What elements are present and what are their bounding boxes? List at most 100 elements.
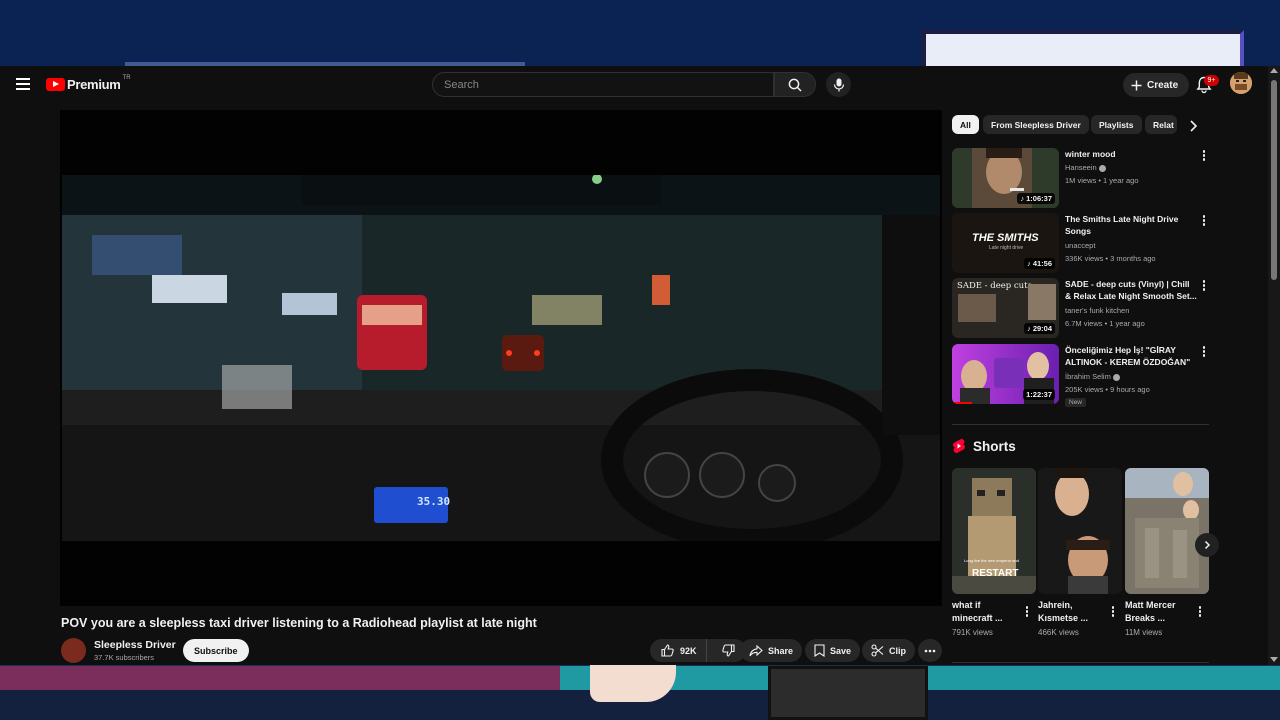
chevron-right-icon (1204, 540, 1211, 550)
short-title: Jahrein, Kısmetse ... (1038, 600, 1089, 623)
more-vertical-icon[interactable] (1201, 346, 1207, 360)
related-video-item[interactable]: THE SMITHS Late night drive ♪ 41:56 The S… (952, 213, 1214, 275)
thumbnail-title-text: SADE - deep cuts (957, 281, 1032, 291)
music-note-icon: ♪ (1027, 324, 1031, 333)
scrollbar-thumb[interactable] (1271, 80, 1277, 280)
chip-related[interactable]: Relat (1145, 115, 1177, 134)
like-dislike-group: 92K (650, 639, 746, 662)
short-views: 791K views (952, 628, 993, 637)
video-player[interactable]: 35.30 (60, 110, 942, 606)
short-item[interactable]: Matt Mercer Breaks ... 11M views (1125, 468, 1209, 637)
chip-playlists[interactable]: Playlists (1091, 115, 1142, 134)
more-actions-button[interactable] (918, 639, 942, 662)
related-video-channel: unaccept (1065, 241, 1096, 250)
new-badge: New (1065, 398, 1087, 407)
chip-from-channel[interactable]: From Sleepless Driver (983, 115, 1089, 134)
bookmark-icon (814, 644, 825, 657)
share-button[interactable]: Share (740, 639, 803, 662)
thumbs-down-icon (721, 644, 735, 657)
related-video-item[interactable]: ♪ 1:06:37 winter mood Hanseein 1M views •… (952, 148, 1214, 210)
plus-icon (1131, 80, 1142, 90)
like-count: 92K (680, 645, 697, 656)
chevron-right-icon[interactable] (1186, 119, 1200, 133)
short-item[interactable]: Long live the new emperor and RESTART wh… (952, 468, 1036, 637)
chip-all[interactable]: All (952, 115, 979, 134)
thumbnail-subtitle-text: Late night drive (989, 245, 1024, 251)
video-thumbnail: ♪ 1:06:37 (952, 148, 1059, 208)
share-label: Share (768, 645, 794, 656)
music-note-icon: ♪ (1027, 259, 1031, 268)
youtube-play-icon (46, 78, 65, 91)
related-video-channel: Hanseein (1065, 163, 1106, 172)
more-vertical-icon[interactable] (1024, 606, 1030, 620)
desktop-strip (0, 666, 560, 690)
save-button[interactable]: Save (805, 639, 861, 662)
thumbnail-image (1038, 468, 1122, 594)
menu-icon[interactable] (16, 78, 30, 90)
account-avatar[interactable] (1230, 72, 1252, 94)
related-video-title: winter mood (1065, 149, 1116, 159)
thumbnail-image (958, 294, 996, 322)
short-overlay-text: RESTART (972, 568, 1019, 579)
share-icon (749, 644, 763, 656)
notification-badge: 9+ (1204, 75, 1219, 86)
more-horizontal-icon (924, 649, 936, 652)
related-video-title: SADE - deep cuts (Vinyl) | Chill & Relax… (1065, 279, 1197, 301)
more-vertical-icon[interactable] (1110, 606, 1116, 620)
section-divider (952, 662, 1209, 663)
scroll-up-arrow-icon[interactable] (1270, 68, 1278, 73)
clip-label: Clip (889, 645, 906, 656)
scroll-down-arrow-icon[interactable] (1270, 657, 1278, 662)
microphone-icon (833, 78, 844, 91)
clip-button[interactable]: Clip (862, 639, 915, 662)
channel-avatar[interactable] (61, 638, 86, 663)
more-vertical-icon[interactable] (1197, 606, 1203, 620)
duration-badge: ♪ 1:06:37 (1017, 193, 1055, 204)
related-video-meta: 205K views • 9 hours ago (1065, 385, 1150, 394)
like-button[interactable]: 92K (650, 639, 707, 662)
page-scrollbar[interactable] (1268, 66, 1280, 665)
music-note-icon: ♪ (1020, 194, 1025, 203)
related-video-item[interactable]: 1:22:37 Önceliğimiz Hep İş! "GİRAY ALTIN… (952, 344, 1214, 407)
short-thumbnail (1038, 468, 1122, 594)
shorts-icon (953, 438, 965, 454)
short-item[interactable]: Jahrein, Kısmetse ... 466K views (1038, 468, 1122, 637)
channel-name[interactable]: Sleepless Driver (94, 639, 176, 651)
more-vertical-icon[interactable] (1201, 280, 1207, 294)
shorts-header: Shorts (952, 438, 1016, 454)
short-caption: Long live the new emperor and (964, 558, 1019, 563)
search-button[interactable] (774, 72, 816, 97)
related-video-meta: 6.7M views • 1 year ago (1065, 319, 1145, 328)
verified-icon (1112, 373, 1120, 381)
save-label: Save (830, 645, 852, 656)
related-video-channel: taner's funk kitchen (1065, 306, 1130, 315)
related-video-title: Önceliğimiz Hep İş! "GİRAY ALTINOK - KER… (1065, 345, 1191, 367)
video-duration: 1:06:37 (1026, 194, 1052, 203)
related-video-item[interactable]: SADE - deep cuts ♪ 29:04 SADE - deep cuts… (952, 278, 1214, 340)
short-views: 466K views (1038, 628, 1079, 637)
section-divider (952, 424, 1209, 425)
video-thumbnail: THE SMITHS Late night drive ♪ 41:56 (952, 213, 1059, 273)
related-video-meta: 1M views • 1 year ago (1065, 176, 1139, 185)
youtube-logo[interactable]: Premium TR (46, 75, 131, 92)
short-title: Matt Mercer Breaks ... (1125, 600, 1176, 623)
more-vertical-icon[interactable] (1201, 150, 1207, 164)
shorts-next-button[interactable] (1195, 533, 1219, 557)
duration-badge: ♪ 29:04 (1024, 323, 1055, 334)
search-input[interactable]: Search (432, 72, 774, 97)
create-button[interactable]: Create (1123, 73, 1190, 97)
pixel-art-cat (590, 664, 676, 702)
video-duration: 41:56 (1032, 259, 1052, 268)
video-thumbnail: 1:22:37 (952, 344, 1059, 404)
video-frame-taxi-night-scene (62, 175, 940, 541)
more-vertical-icon[interactable] (1201, 215, 1207, 229)
shorts-title: Shorts (973, 438, 1016, 454)
subscribe-button[interactable]: Subscribe (183, 639, 249, 662)
video-title: POV you are a sleepless taxi driver list… (61, 616, 537, 630)
scissors-icon (871, 644, 884, 657)
duration-badge: 1:22:37 (1023, 389, 1055, 400)
voice-search-button[interactable] (826, 72, 851, 97)
taxi-meter-display: 35.30 (417, 495, 451, 508)
browser-window: Premium TR Search Create 9+ 35.30 POV yo… (0, 66, 1280, 665)
create-label: Create (1147, 79, 1179, 91)
